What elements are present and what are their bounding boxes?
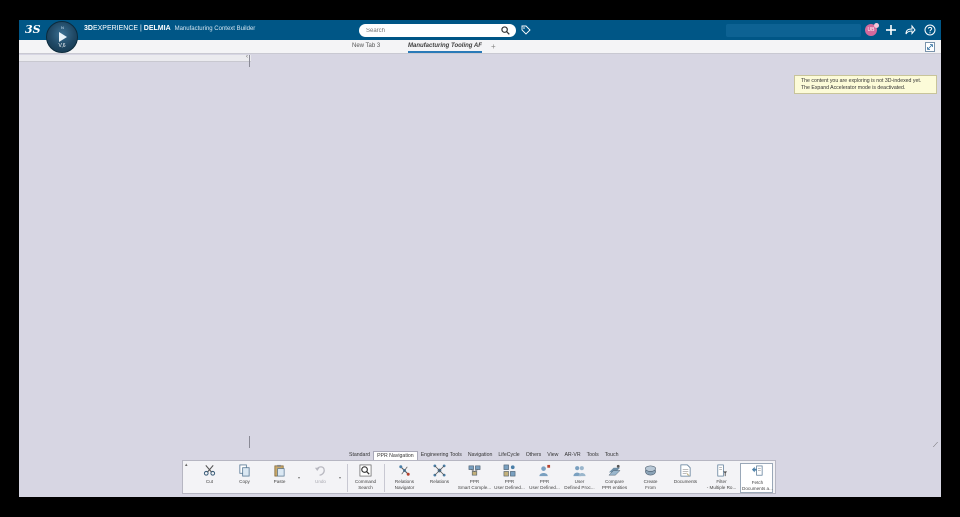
relations-navigator-label: Relations Navigator: [394, 479, 415, 490]
tab-ppr-navigation[interactable]: PPR Navigation: [373, 451, 418, 460]
index-notice: The content you are exploring is not 3D-…: [794, 75, 937, 94]
copy-label: Copy: [239, 479, 250, 484]
tree-collapse-button[interactable]: ‹: [246, 54, 248, 60]
documents-icon: [680, 464, 691, 477]
compare-ppr-icon: [608, 464, 621, 476]
panel-splitter-bottom[interactable]: [249, 436, 250, 448]
ppr-user-defined-icon: [503, 464, 516, 477]
tab-navigation[interactable]: Navigation: [465, 451, 496, 460]
relations-navigator-button[interactable]: Relations Navigator: [388, 463, 421, 493]
compass-version: V,6: [58, 43, 66, 49]
scissors-icon: [203, 465, 216, 476]
top-bar: 3S 3DEXPERIENCE | DELMIA Manufacturing C…: [19, 20, 941, 40]
filter-multiple-button[interactable]: Filter - Multiple Ro...: [705, 463, 738, 493]
ppr-user-defined-2-button[interactable]: PPR User Defined...: [528, 463, 561, 493]
action-bar-collapse-button[interactable]: ▴: [185, 462, 188, 468]
paste-icon: [274, 464, 285, 477]
relations-navigator-icon: [399, 465, 410, 476]
relations-label: Relations: [429, 479, 450, 484]
play-icon[interactable]: [59, 32, 67, 42]
ppr-smart-complete-button[interactable]: PPR Smart Comple...: [458, 463, 491, 493]
search-box[interactable]: [359, 24, 516, 37]
brand-delmia: DELMIA: [143, 25, 171, 32]
ppr-smart-complete-icon: [468, 465, 481, 476]
paste-dropdown-icon[interactable]: ▾: [298, 475, 300, 480]
tab-others[interactable]: Others: [523, 451, 545, 460]
search-icon[interactable]: [501, 26, 510, 35]
paste-button[interactable]: Paste: [263, 463, 296, 493]
help-icon[interactable]: [924, 24, 936, 36]
compass-north: N: [61, 25, 64, 30]
undo-icon: [314, 466, 325, 476]
documents-button[interactable]: Documents: [669, 463, 702, 493]
user-defined-proc-label: User Defined Proc...: [564, 479, 595, 490]
tab-touch[interactable]: Touch: [602, 451, 622, 460]
app-title: 3DEXPERIENCE | DELMIA Manufacturing Cont…: [84, 25, 255, 32]
compass-widget[interactable]: N V,6: [46, 21, 78, 53]
command-search-icon: [359, 464, 372, 477]
ppr-user-defined-label: PPR User Defined...: [494, 479, 525, 490]
notice-line-1: The content you are exploring is not 3D-…: [801, 78, 922, 84]
filter-multiple-label: Filter - Multiple Ro...: [706, 479, 737, 490]
fullscreen-icon[interactable]: [925, 42, 935, 52]
notification-dot: [874, 23, 879, 28]
share-icon[interactable]: [904, 24, 916, 36]
tab-standard[interactable]: Standard: [346, 451, 373, 460]
plus-icon[interactable]: [885, 24, 897, 36]
ds-logo[interactable]: 3S: [25, 23, 41, 37]
copy-icon: [239, 464, 250, 477]
user-defined-proc-icon: [573, 466, 586, 477]
ppr-user-defined-2-icon: [539, 464, 551, 477]
action-bar: ▴ Cut Copy Paste ▾ Undo ▾ Command Search…: [182, 460, 776, 494]
tab-tools[interactable]: Tools: [584, 451, 602, 460]
cut-button[interactable]: Cut: [193, 463, 226, 493]
ppr-smart-complete-label: PPR Smart Comple...: [457, 479, 492, 490]
relations-button[interactable]: Relations: [423, 463, 456, 493]
action-bar-tabs: Standard PPR Navigation Engineering Tool…: [346, 451, 622, 460]
resize-grip-icon[interactable]: ⟋: [933, 442, 938, 450]
tab-manufacturing-tooling[interactable]: Manufacturing Tooling AF: [408, 43, 482, 53]
create-from-button[interactable]: Create From: [634, 463, 667, 493]
cut-label: Cut: [205, 479, 214, 484]
undo-button[interactable]: Undo: [304, 463, 337, 493]
tab-engineering-tools[interactable]: Engineering Tools: [418, 451, 465, 460]
create-from-icon: [645, 465, 656, 476]
filter-multiple-icon: [717, 464, 728, 477]
fetch-documents-label: Fetch Documents a...: [742, 480, 773, 491]
tab-view[interactable]: View: [544, 451, 561, 460]
command-search-button[interactable]: Command Search: [349, 463, 382, 493]
add-tab-button[interactable]: +: [491, 42, 496, 51]
fetch-documents-icon: [751, 465, 763, 476]
undo-dropdown-icon[interactable]: ▾: [339, 475, 341, 480]
copy-button[interactable]: Copy: [228, 463, 261, 493]
brand-experience: EXPERIENCE |: [92, 25, 144, 32]
brand-3d: 3D: [84, 25, 93, 32]
tenant-bar: [726, 24, 861, 37]
tab-new-tab-3[interactable]: New Tab 3: [352, 43, 380, 49]
tag-icon[interactable]: [521, 25, 531, 35]
panel-splitter[interactable]: [249, 55, 250, 67]
undo-label: Undo: [315, 479, 326, 484]
compare-ppr-button[interactable]: Compare PPR entities: [598, 463, 631, 493]
app-window: 3S 3DEXPERIENCE | DELMIA Manufacturing C…: [19, 20, 941, 497]
notice-line-2: The Expand Accelerator mode is deactivat…: [801, 85, 906, 91]
create-from-label: Create From: [643, 479, 658, 490]
paste-label: Paste: [273, 479, 286, 484]
tab-lifecycle[interactable]: LifeCycle: [495, 451, 522, 460]
search-input[interactable]: [366, 25, 496, 36]
ppr-user-defined-2-label: PPR User Defined...: [529, 479, 560, 490]
documents-label: Documents: [673, 479, 698, 484]
relations-icon: [433, 464, 446, 477]
user-defined-proc-button[interactable]: User Defined Proc...: [563, 463, 596, 493]
fetch-documents-button[interactable]: Fetch Documents a...: [740, 463, 773, 493]
tree-panel-header: ‹: [19, 54, 251, 62]
command-search-label: Command Search: [354, 479, 377, 490]
compare-ppr-label: Compare PPR entities: [601, 479, 628, 490]
tab-ar-vr[interactable]: AR-VR: [561, 451, 583, 460]
ppr-user-defined-button[interactable]: PPR User Defined...: [493, 463, 526, 493]
tab-bar: New Tab 3 Manufacturing Tooling AF +: [19, 40, 941, 54]
app-name: Manufacturing Context Builder: [174, 26, 256, 32]
